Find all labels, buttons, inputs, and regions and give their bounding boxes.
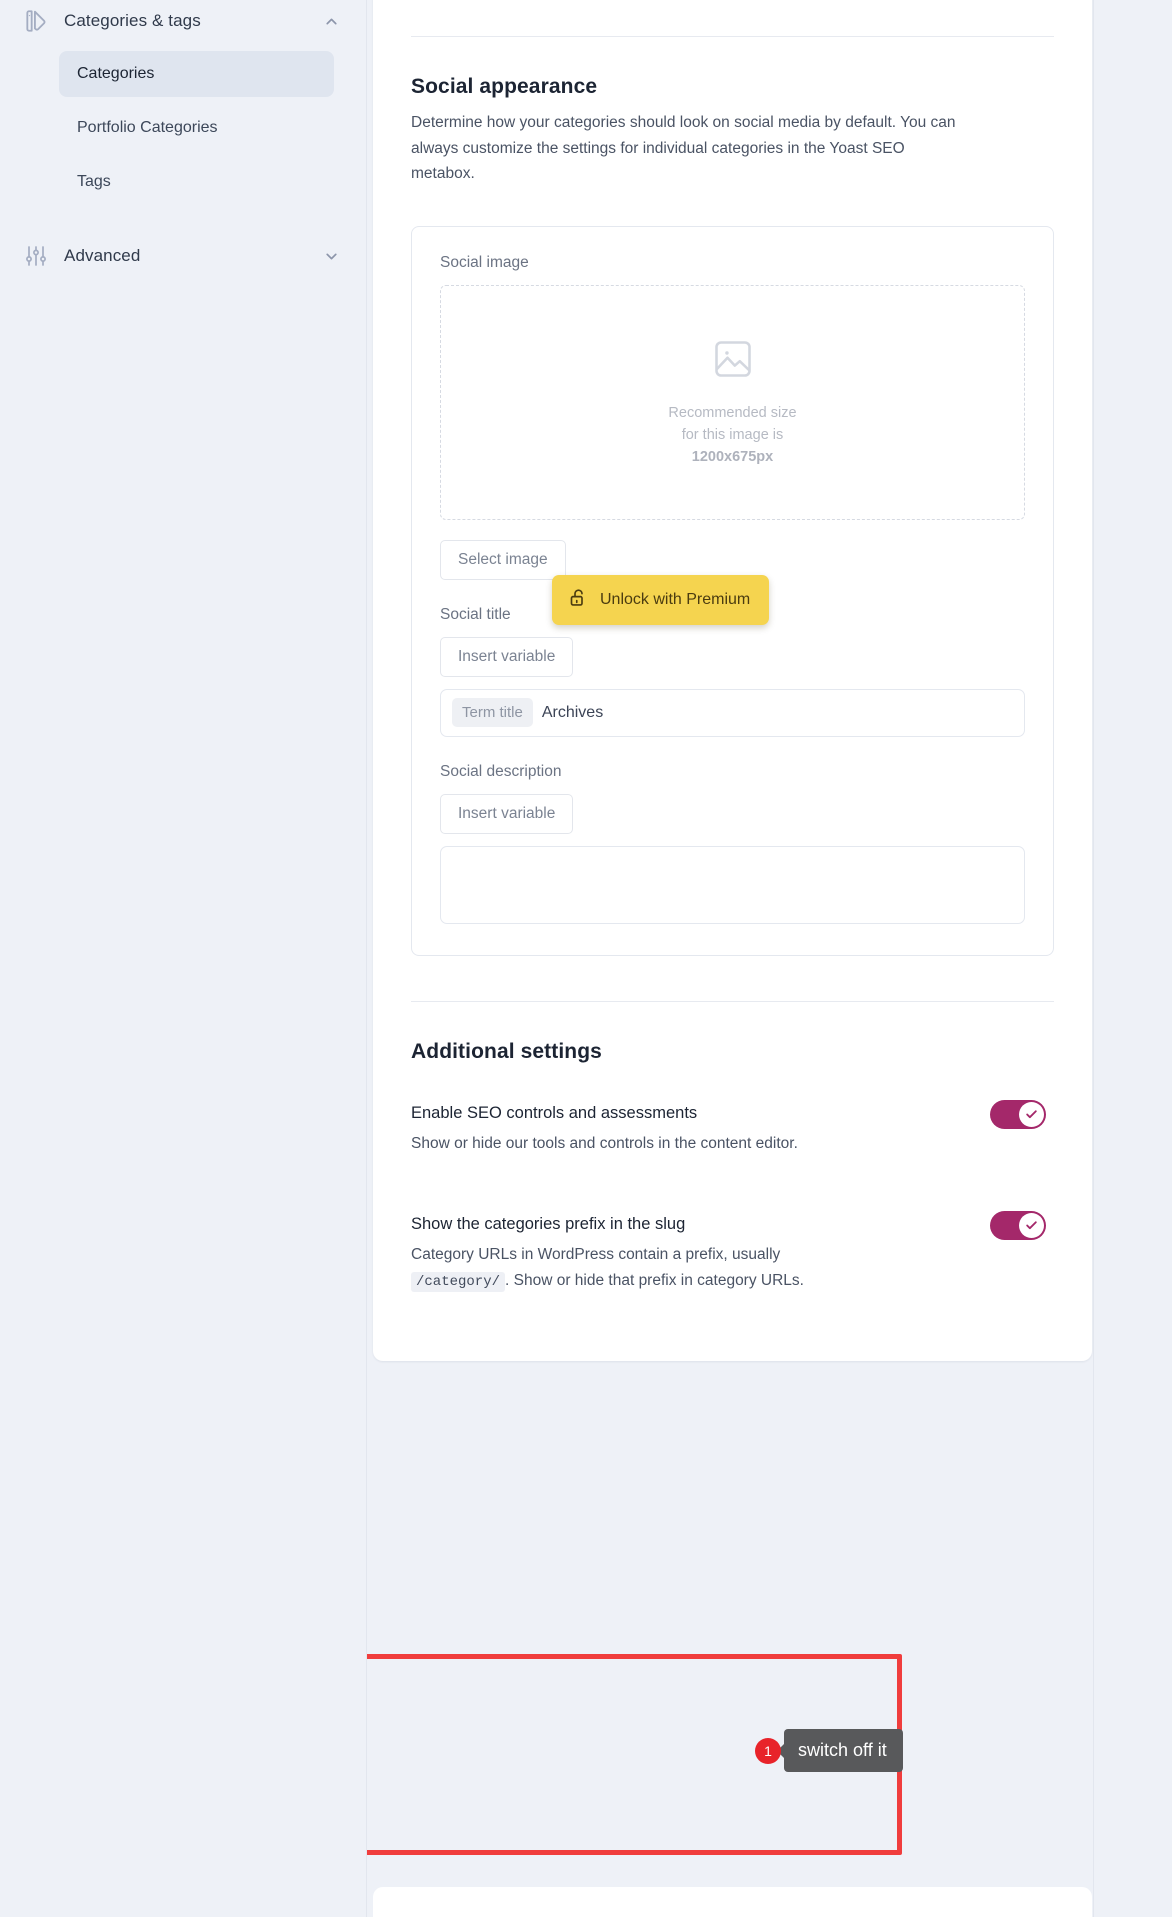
setting-description-part2: . Show or hide that prefix in category U… bbox=[505, 1271, 804, 1289]
sidebar-group-label: Advanced bbox=[64, 246, 141, 265]
chevron-up-icon[interactable] bbox=[322, 12, 340, 30]
settings-page: Categories & tags Categories Portfolio C… bbox=[0, 0, 1172, 1917]
tag-icon bbox=[22, 7, 50, 35]
additional-settings-title: Additional settings bbox=[411, 1039, 602, 1063]
unlock-icon bbox=[568, 587, 589, 613]
category-prefix-code: /category/ bbox=[411, 1271, 506, 1292]
dropzone-line-2: for this image is bbox=[681, 426, 784, 443]
social-description-insert-variable-button[interactable]: Insert variable bbox=[440, 793, 574, 834]
unlock-with-premium-button[interactable]: Unlock with Premium bbox=[552, 574, 770, 625]
section-divider-2 bbox=[411, 1000, 1054, 1002]
toggle-knob-check-icon bbox=[1019, 1101, 1044, 1127]
section-divider bbox=[411, 36, 1054, 37]
chevron-down-icon[interactable] bbox=[322, 247, 340, 265]
section-description: Determine how your categories should loo… bbox=[411, 114, 956, 182]
sidebar: Categories & tags Categories Portfolio C… bbox=[0, 0, 367, 1917]
toggle-enable-seo-controls[interactable] bbox=[990, 1099, 1046, 1129]
image-placeholder-icon bbox=[711, 337, 755, 386]
term-title-token[interactable]: Term title bbox=[452, 698, 533, 727]
social-appearance-card: Social image Recommended size for this i… bbox=[411, 225, 1054, 956]
sidebar-item-categories[interactable]: Categories bbox=[59, 51, 334, 97]
step-callout: 1 switch off it bbox=[755, 1729, 903, 1772]
social-image-dropzone[interactable]: Recommended size for this image is 1200x… bbox=[440, 284, 1025, 520]
sidebar-group-label: Categories & tags bbox=[64, 11, 201, 30]
dropzone-line-1: Recommended size bbox=[668, 404, 797, 421]
setting-description-part1: Category URLs in WordPress contain a pre… bbox=[411, 1245, 781, 1263]
sidebar-group-advanced[interactable]: Advanced bbox=[0, 235, 366, 277]
select-image-button[interactable]: Select image bbox=[440, 539, 566, 580]
sidebar-item-tags[interactable]: Tags bbox=[59, 159, 334, 205]
social-title-value: Archives bbox=[541, 703, 604, 721]
select-image-wrapper: Select image bbox=[440, 539, 1025, 580]
toggle-knob-check-icon bbox=[1019, 1212, 1044, 1238]
page-title: Social appearance bbox=[411, 75, 598, 98]
unlock-with-premium-label: Unlock with Premium bbox=[600, 590, 751, 608]
social-description-input[interactable] bbox=[440, 845, 1025, 924]
setting-description: Category URLs in WordPress contain a pre… bbox=[411, 1242, 831, 1295]
step-number-badge: 1 bbox=[755, 1737, 781, 1764]
settings-panel: Social appearance Determine how your cat… bbox=[373, 0, 1092, 1361]
setting-description: Show or hide our tools and controls in t… bbox=[411, 1134, 798, 1152]
social-description-label: Social description bbox=[440, 762, 562, 780]
next-settings-card bbox=[373, 1887, 1092, 1917]
sidebar-group-categories-and-tags[interactable]: Categories & tags bbox=[0, 0, 366, 42]
sidebar-item-portfolio-categories[interactable]: Portfolio Categories bbox=[59, 105, 334, 151]
social-title-insert-variable-button[interactable]: Insert variable bbox=[440, 636, 574, 677]
callout-tooltip-text: switch off it bbox=[784, 1729, 903, 1772]
main-content: Social appearance Determine how your cat… bbox=[367, 0, 1172, 1917]
right-gutter bbox=[1093, 0, 1172, 1917]
setting-title: Show the categories prefix in the slug bbox=[411, 1214, 686, 1233]
social-title-input[interactable]: Term title Archives bbox=[440, 688, 1025, 737]
social-image-label: Social image bbox=[440, 253, 529, 271]
setting-title: Enable SEO controls and assessments bbox=[411, 1103, 698, 1122]
setting-row-categories-prefix: Show the categories prefix in the slug C… bbox=[411, 1210, 1054, 1331]
dropzone-recommended-size: 1200x675px bbox=[691, 448, 774, 465]
setting-row-seo-controls: Enable SEO controls and assessments Show… bbox=[411, 1099, 1054, 1157]
toggle-show-categories-prefix[interactable] bbox=[990, 1210, 1046, 1240]
sliders-icon bbox=[22, 242, 50, 270]
